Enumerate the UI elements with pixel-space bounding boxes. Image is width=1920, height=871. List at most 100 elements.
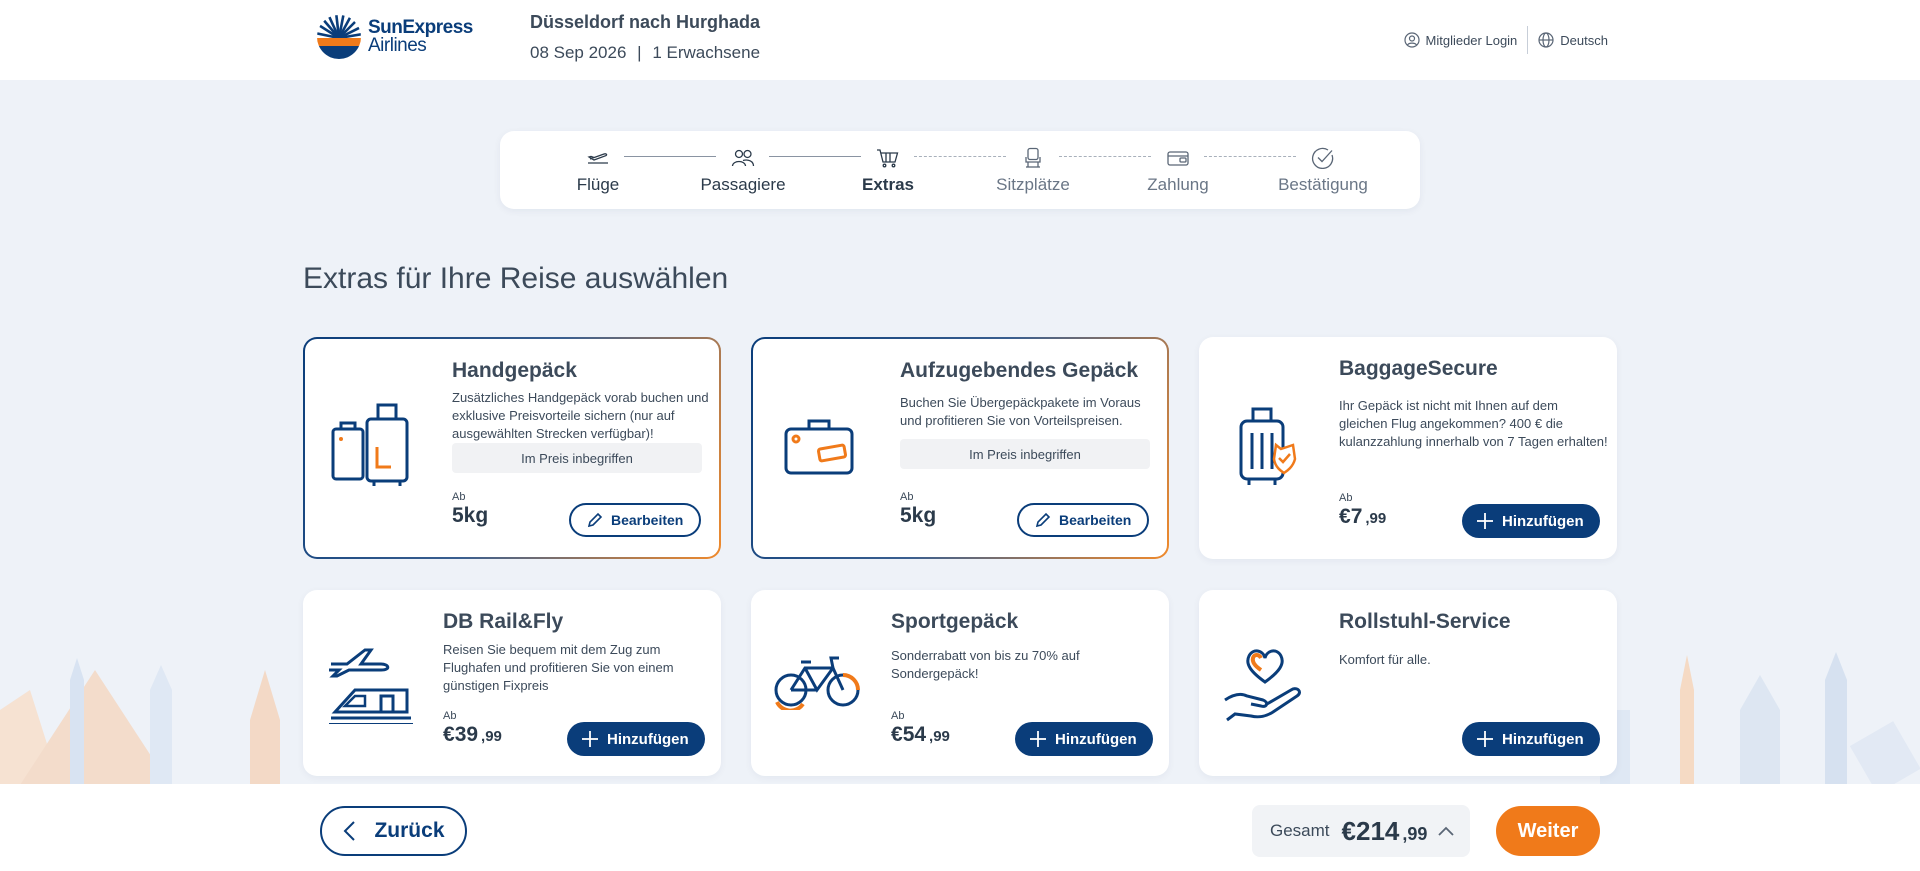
step-seats[interactable]: Sitzplätze bbox=[973, 145, 1093, 195]
step-passengers[interactable]: Passagiere bbox=[683, 145, 803, 195]
desc-line: günstigen Fixpreis bbox=[443, 678, 549, 693]
total-main: 214 bbox=[1356, 815, 1400, 846]
member-login-link[interactable]: Mitglieder Login bbox=[1394, 32, 1528, 48]
step-label: Zahlung bbox=[1147, 175, 1209, 194]
price-main: 54 bbox=[902, 723, 927, 746]
total-price-toggle[interactable]: Gesamt €214,99 bbox=[1252, 805, 1470, 857]
add-button[interactable]: Hinzufügen bbox=[1462, 722, 1600, 756]
user-icon bbox=[1403, 32, 1420, 48]
check-circle-icon bbox=[1311, 147, 1334, 169]
step-label: Passagiere bbox=[700, 175, 786, 194]
step-flights[interactable]: Flüge bbox=[538, 145, 658, 195]
wallet-icon bbox=[1167, 151, 1189, 166]
step-payment[interactable]: Zahlung bbox=[1118, 145, 1238, 195]
add-button[interactable]: Hinzufügen bbox=[1015, 722, 1153, 756]
step-confirmation[interactable]: Bestätigung bbox=[1263, 145, 1383, 195]
trip-date: 08 Sep 2026 bbox=[530, 43, 627, 62]
desc-line: exklusive Preisvorteile sichern (nur auf bbox=[452, 408, 675, 423]
trip-route: Düsseldorf nach Hurghada bbox=[530, 12, 761, 32]
extra-card-wheelchair-service[interactable]: Rollstuhl-Service Komfort für alle. Hinz… bbox=[1199, 590, 1617, 776]
extra-card-baggage-secure[interactable]: BaggageSecure Ihr Gepäck ist nicht mit I… bbox=[1199, 337, 1617, 559]
plane-takeoff-icon bbox=[587, 153, 608, 164]
desc-line: Sonderrabatt von bis zu 70% auf bbox=[891, 648, 1080, 663]
total-cent: ,99 bbox=[1402, 823, 1428, 844]
card-title: Rollstuhl-Service bbox=[1339, 610, 1511, 633]
pencil-icon bbox=[587, 512, 603, 528]
language-label: Deutsch bbox=[1560, 32, 1608, 48]
price-main: 39 bbox=[454, 723, 479, 746]
card-title: Handgepäck bbox=[452, 359, 577, 382]
desc-line: kulanzzahlung innerhalb von 7 Tagen erha… bbox=[1339, 434, 1608, 449]
sun-logo-icon bbox=[317, 15, 361, 59]
edit-button-label: Bearbeiten bbox=[1059, 512, 1132, 528]
language-selector[interactable]: Deutsch bbox=[1528, 32, 1618, 48]
step-extras[interactable]: Extras bbox=[828, 145, 948, 195]
card-price: €7,99 bbox=[1339, 505, 1386, 529]
total-label: Gesamt bbox=[1270, 821, 1330, 840]
step-label: Flüge bbox=[576, 175, 620, 194]
top-links: Mitglieder Login Deutsch bbox=[1394, 26, 1618, 54]
included-badge: Im Preis inbegriffen bbox=[900, 439, 1150, 469]
price-prefix: Ab bbox=[443, 710, 457, 722]
add-button[interactable]: Hinzufügen bbox=[567, 722, 705, 756]
step-label: Bestätigung bbox=[1278, 175, 1368, 194]
price-prefix: Ab bbox=[891, 710, 905, 722]
card-description: Reisen Sie bequem mit dem Zug zum Flugha… bbox=[443, 641, 703, 695]
card-description: Ihr Gepäck ist nicht mit Ihnen auf dem g… bbox=[1339, 397, 1609, 451]
edit-button[interactable]: Bearbeiten bbox=[569, 503, 702, 537]
chevron-up-icon bbox=[1438, 826, 1455, 836]
page-title: Extras für Ihre Reise auswählen bbox=[303, 262, 729, 295]
edit-button[interactable]: Bearbeiten bbox=[1017, 503, 1150, 537]
back-button[interactable]: Zurück bbox=[320, 806, 467, 856]
add-button-label: Hinzufügen bbox=[1502, 512, 1584, 530]
add-button-label: Hinzufügen bbox=[1055, 730, 1137, 748]
checked-bag-icon bbox=[784, 419, 854, 475]
next-button[interactable]: Weiter bbox=[1496, 806, 1600, 856]
plus-icon bbox=[1477, 513, 1493, 529]
step-label: Sitzplätze bbox=[996, 175, 1070, 194]
extra-card-sports-equipment[interactable]: Sportgepäck Sonderrabatt von bis zu 70% … bbox=[751, 590, 1169, 776]
extra-card-cabin-baggage[interactable]: Handgepäck Zusätzliches Handgepäck vorab… bbox=[303, 337, 721, 559]
desc-line: Flughafen und profitieren Sie von einem bbox=[443, 660, 674, 675]
card-price: €54,99 bbox=[891, 723, 950, 747]
brand-name-line2: Airlines bbox=[368, 35, 427, 56]
cart-icon bbox=[877, 149, 899, 168]
desc-line: Komfort für alle. bbox=[1339, 652, 1431, 667]
card-title: Aufzugebendes Gepäck bbox=[900, 359, 1139, 382]
edit-button-label: Bearbeiten bbox=[611, 512, 684, 528]
price-cent: ,99 bbox=[481, 728, 502, 745]
extra-card-rail-fly[interactable]: DB Rail&Fly Reisen Sie bequem mit dem Zu… bbox=[303, 590, 721, 776]
plus-icon bbox=[582, 731, 598, 747]
add-button[interactable]: Hinzufügen bbox=[1462, 504, 1600, 538]
card-price: 5kg bbox=[452, 504, 489, 527]
desc-line: und profitieren Sie von Vorteilspreisen. bbox=[900, 413, 1123, 428]
desc-line: Reisen Sie bequem mit dem Zug zum bbox=[443, 642, 661, 657]
baggage-secure-icon bbox=[1239, 407, 1297, 485]
step-label: Extras bbox=[862, 175, 914, 194]
trip-passengers: 1 Erwachsene bbox=[652, 43, 761, 62]
extra-card-checked-baggage[interactable]: Aufzugebendes Gepäck Buchen Sie Übergepä… bbox=[751, 337, 1169, 559]
add-button-label: Hinzufügen bbox=[1502, 730, 1584, 748]
bicycle-icon bbox=[774, 656, 860, 710]
plus-icon bbox=[1477, 731, 1493, 747]
price-currency: € bbox=[443, 723, 455, 746]
card-title: Sportgepäck bbox=[891, 610, 1019, 633]
card-description: Zusätzliches Handgepäck vorab buchen und… bbox=[452, 389, 712, 443]
price-prefix: Ab bbox=[452, 491, 466, 503]
trip-separator: | bbox=[637, 43, 642, 62]
price-prefix: Ab bbox=[1339, 492, 1353, 504]
card-title: BaggageSecure bbox=[1339, 357, 1498, 380]
add-button-label: Hinzufügen bbox=[607, 730, 689, 748]
back-button-label: Zurück bbox=[374, 819, 445, 842]
rail-fly-icon bbox=[329, 648, 413, 724]
pencil-icon bbox=[1035, 512, 1051, 528]
card-title: DB Rail&Fly bbox=[443, 610, 564, 633]
included-badge: Im Preis inbegriffen bbox=[452, 443, 702, 473]
desc-line: Buchen Sie Übergepäckpakete im Voraus bbox=[900, 395, 1141, 410]
brand-logo[interactable]: SunExpress Airlines bbox=[316, 14, 473, 60]
price-currency: € bbox=[1339, 505, 1351, 528]
total-price: €214,99 bbox=[1342, 816, 1428, 847]
bottom-bar: Zurück Gesamt €214,99 Weiter bbox=[0, 784, 1920, 871]
top-header: SunExpress Airlines Düsseldorf nach Hurg… bbox=[0, 0, 1920, 80]
desc-line: Ihr Gepäck ist nicht mit Ihnen auf dem bbox=[1339, 398, 1558, 413]
